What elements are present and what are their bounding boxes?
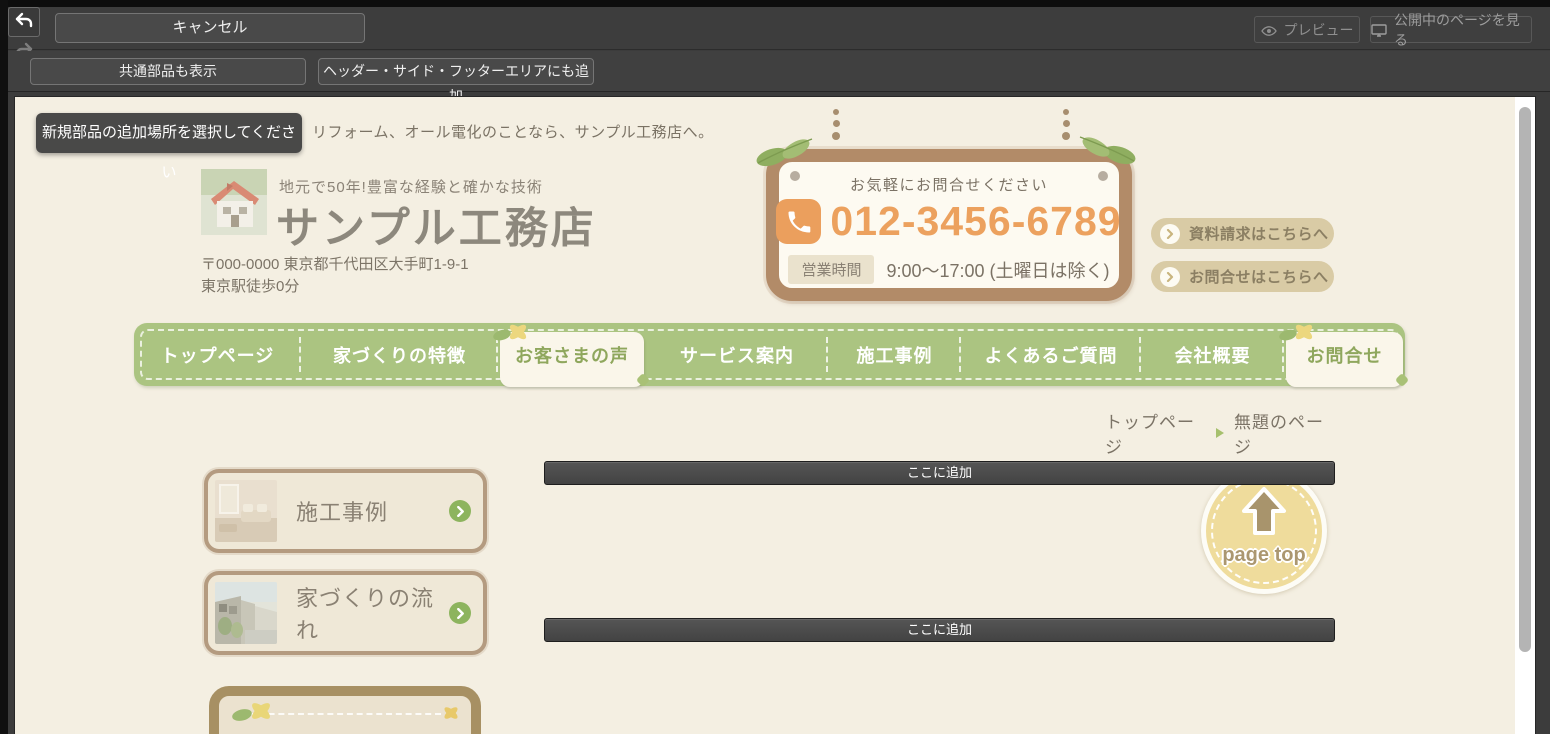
add-location-tooltip: 新規部品の追加場所を選択してください (36, 113, 302, 153)
site-address: 〒000-0000 東京都千代田区大手町1-9-1 東京駅徒歩0分 (201, 254, 469, 298)
editor-toolbar-secondary: 共通部品も表示 ヘッダー・サイド・フッターエリアにも追加 (8, 51, 1550, 92)
banner-flow-label: 家づくりの流れ (296, 581, 449, 645)
window-left-edge (0, 0, 8, 734)
breadcrumb-current: 無題のページ (1234, 408, 1335, 458)
banner-works-label: 施工事例 (296, 495, 449, 527)
leaf-icon (635, 372, 651, 393)
request-docs-button[interactable]: 資料請求はこちらへ (1151, 218, 1334, 249)
leaf-icon (1394, 372, 1410, 393)
view-published-button[interactable]: 公開中のページを見る (1370, 16, 1532, 43)
contact-signboard: お気軽にお問合せください 012-3456-6789 営業時間 9:00〜17:… (766, 149, 1132, 301)
cancel-button[interactable]: キャンセル (55, 13, 365, 43)
nav-item-customer-voice[interactable]: お客さまの声 (498, 323, 646, 386)
flower-icon (441, 704, 461, 727)
undo-icon (14, 11, 34, 34)
site-name[interactable]: サンプル工務店 (276, 194, 597, 256)
page-top-button[interactable]: page top (1201, 468, 1327, 594)
phone-icon (776, 199, 821, 244)
leaf-flower-icon (492, 321, 532, 350)
contact-note: お気軽にお問合せください (766, 174, 1132, 195)
pagetop-label: page top (1206, 544, 1322, 567)
signboard-string-dots-left (832, 109, 840, 140)
banner-building-flow[interactable]: 家づくりの流れ (204, 571, 487, 655)
scrollbar[interactable] (1515, 97, 1535, 734)
arrow-up-icon (1236, 485, 1292, 542)
nav-item-contact[interactable]: お問合せ (1284, 323, 1405, 386)
nav-item-works[interactable]: 施工事例 (828, 323, 961, 386)
sidebar-menu-widget (209, 686, 481, 734)
address-line-1: 〒000-0000 東京都千代田区大手町1-9-1 (201, 254, 469, 276)
view-published-label: 公開中のページを見る (1394, 10, 1531, 50)
address-line-2: 東京駅徒歩0分 (201, 276, 469, 298)
add-here-zone-2[interactable]: ここに追加 (544, 618, 1335, 642)
chevron-right-icon (449, 602, 471, 624)
nav-item-company[interactable]: 会社概要 (1141, 323, 1284, 386)
banner-works[interactable]: 施工事例 (204, 469, 487, 553)
widget-dashed-line (249, 713, 441, 715)
preview-label: プレビュー (1284, 20, 1354, 40)
hours-text: 9:00〜17:00 (土曜日は除く) (886, 257, 1109, 283)
banner-flow-photo (215, 582, 277, 644)
breadcrumb: トップページ 無題のページ (1105, 408, 1335, 458)
global-navigation: トップページ 家づくりの特徴 お客さまの声 サービス案内 施工事例 よくあるご質… (134, 323, 1405, 386)
undo-button[interactable] (8, 7, 40, 37)
nav-item-features[interactable]: 家づくりの特徴 (301, 323, 498, 386)
contact-us-button[interactable]: お問合せはこちらへ (1151, 261, 1334, 292)
nav-item-top-page[interactable]: トップページ (134, 323, 301, 386)
banner-works-photo (215, 480, 277, 542)
request-docs-label: 資料請求はこちらへ (1189, 223, 1329, 244)
chevron-right-icon (1160, 267, 1180, 287)
chevron-right-icon (449, 500, 471, 522)
nav-item-services[interactable]: サービス案内 (646, 323, 828, 386)
leaf-decoration-icon (750, 133, 822, 175)
breadcrumb-home[interactable]: トップページ (1105, 408, 1206, 458)
contact-us-label: お問合せはこちらへ (1189, 266, 1329, 287)
signboard-string-dots-right (1062, 109, 1070, 140)
nav-item-faq[interactable]: よくあるご質問 (961, 323, 1141, 386)
add-here-zone-1[interactable]: ここに追加 (544, 461, 1335, 485)
leaf-decoration-icon (1070, 131, 1142, 173)
page-preview-frame: 新規部品の追加場所を選択してください リフォーム、オール電化のことなら、サンプル… (14, 96, 1536, 734)
breadcrumb-arrow-icon (1216, 428, 1224, 438)
show-common-parts-button[interactable]: 共通部品も表示 (30, 58, 306, 85)
preview-button[interactable]: プレビュー (1254, 16, 1360, 43)
monitor-icon (1371, 24, 1387, 36)
site-catchphrase: リフォーム、オール電化のことなら、サンプル工務店へ。 (312, 121, 714, 142)
phone-number[interactable]: 012-3456-6789 (830, 198, 1121, 245)
site-logo-image[interactable] (201, 169, 267, 235)
hours-badge: 営業時間 (788, 255, 874, 284)
scrollbar-thumb[interactable] (1519, 107, 1531, 652)
leaf-flower-icon (231, 698, 277, 731)
editor-toolbar-main: キャンセル プレビュー 公開中のページを見る (8, 7, 1550, 50)
add-to-areas-button[interactable]: ヘッダー・サイド・フッターエリアにも追加 (318, 58, 594, 85)
leaf-flower-icon (1278, 321, 1318, 350)
chevron-right-icon (1160, 224, 1180, 244)
eye-icon (1261, 24, 1277, 36)
window-top-edge (0, 0, 1550, 7)
